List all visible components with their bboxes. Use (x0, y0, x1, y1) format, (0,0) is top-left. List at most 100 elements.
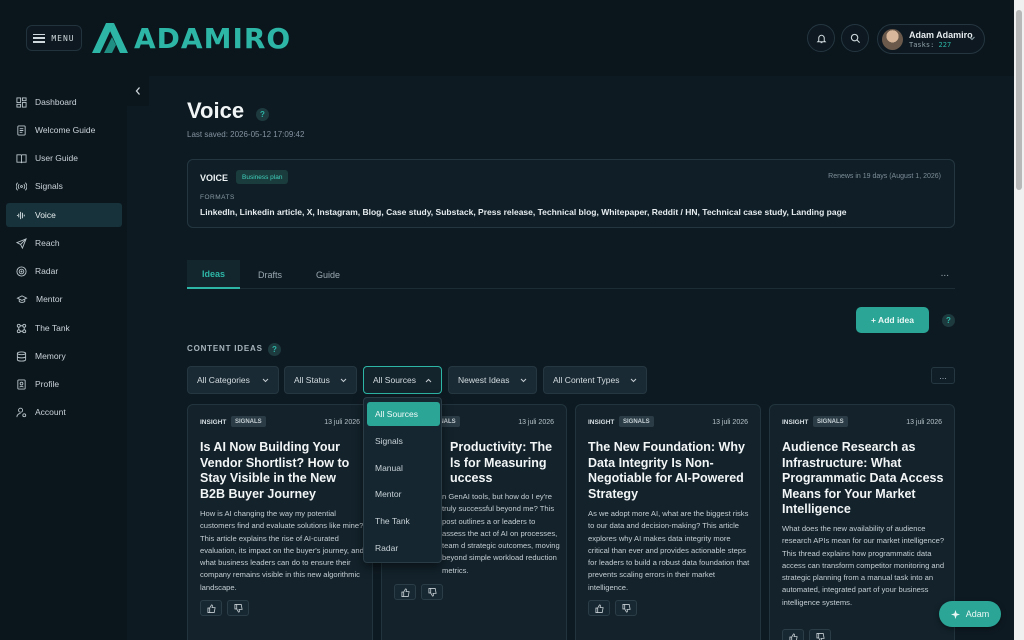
plan-badge: Business plan (236, 170, 289, 184)
card-body: As we adopt more AI, what are the bigges… (588, 509, 750, 592)
help-icon[interactable]: ? (268, 343, 281, 356)
voice-plan-card: VOICE Business plan Renews in 19 days (A… (187, 159, 955, 228)
hamburger-icon (33, 33, 46, 43)
sidebar-item-dashboard[interactable]: Dashboard (6, 90, 122, 114)
thumbs-down-icon (427, 587, 437, 597)
last-saved: Last saved: 2026-05-12 17:09:42 (187, 130, 305, 139)
assistant-label: Adam (965, 609, 990, 619)
dropdown-option-the-tank[interactable]: The Tank (367, 509, 440, 533)
menu-button[interactable]: MENU (26, 25, 82, 51)
thumbs-up-button[interactable] (200, 600, 222, 616)
send-icon (16, 237, 27, 249)
sidebar-item-label: Mentor (36, 294, 63, 304)
avatar (882, 29, 903, 50)
thumbs-down-icon (233, 603, 243, 613)
sidebar-item-user-guide[interactable]: User Guide (6, 146, 122, 170)
thumbs-down-button[interactable] (227, 600, 249, 616)
sidebar-item-profile[interactable]: Profile (6, 372, 122, 396)
sidebar-item-label: The Tank (35, 323, 70, 333)
dropdown-option-radar[interactable]: Radar (367, 536, 440, 560)
search-icon (850, 33, 860, 43)
logo[interactable]: ADAMIRO (90, 18, 291, 58)
category-filter-value: All Categories (197, 375, 250, 385)
search-button[interactable] (841, 24, 869, 52)
sidebar-item-radar[interactable]: Radar (6, 259, 122, 283)
dropdown-option-manual[interactable]: Manual (367, 456, 440, 480)
logo-mark-icon (92, 23, 128, 53)
chevron-down-icon (262, 378, 269, 383)
help-icon[interactable]: ? (256, 108, 269, 121)
sidebar-item-the-tank[interactable]: The Tank (6, 316, 122, 340)
database-icon (16, 350, 27, 362)
card-date: 13 juli 2026 (324, 419, 360, 426)
idea-card[interactable]: INSIGHT SIGNALS 13 juli 2026 Audience Re… (769, 404, 955, 640)
scrollbar-thumb[interactable] (1016, 10, 1022, 190)
tab-drafts[interactable]: Drafts (247, 260, 293, 289)
top-bar: MENU ADAMIRO Adam Adamiro Tasks: 227 (0, 0, 1014, 76)
tasks-counter: Tasks: 227 (909, 41, 951, 49)
notifications-button[interactable] (807, 24, 835, 52)
help-icon[interactable]: ? (942, 314, 955, 327)
card-body: What does the new availability of audien… (782, 524, 945, 607)
sidebar-item-reach[interactable]: Reach (6, 231, 122, 255)
content-ideas-heading: CONTENT IDEAS (187, 344, 263, 353)
renews-text: Renews in 19 days (August 1, 2026) (828, 173, 941, 180)
sidebar-item-welcome-guide[interactable]: Welcome Guide (6, 118, 122, 142)
thumbs-up-button[interactable] (782, 629, 804, 640)
tasks-label: Tasks: (909, 41, 935, 49)
dropdown-option-mentor[interactable]: Mentor (367, 482, 440, 506)
collapse-sidebar-button[interactable] (127, 76, 149, 106)
sidebar-item-label: Reach (35, 238, 60, 248)
sources-dropdown-menu: All Sources Signals Manual Mentor The Ta… (363, 397, 442, 563)
sidebar-item-memory[interactable]: Memory (6, 344, 122, 368)
thumbs-up-icon (206, 603, 216, 613)
dropdown-option-signals[interactable]: Signals (367, 429, 440, 453)
thumbs-up-button[interactable] (588, 600, 610, 616)
sidebar-item-signals[interactable]: Signals (6, 174, 122, 198)
tasks-count: 227 (938, 41, 952, 49)
chevron-left-icon (135, 87, 140, 95)
user-menu[interactable]: Adam Adamiro Tasks: 227 (877, 24, 985, 54)
add-idea-button[interactable]: + Add idea (856, 307, 929, 333)
bell-icon (816, 34, 826, 43)
card-title: Productivity: The ls for Measuring ucces… (450, 440, 553, 485)
card-kind: INSIGHT (200, 419, 227, 426)
main-content: Voice ? Last saved: 2026-05-12 17:09:42 … (149, 76, 1014, 640)
card-body: How is AI changing the way my potential … (200, 509, 364, 592)
sort-filter[interactable]: Newest Ideas (448, 366, 537, 394)
voice-card-title: VOICE (200, 173, 229, 183)
sidebar-item-account[interactable]: Account (6, 400, 122, 424)
tab-ideas[interactable]: Ideas (187, 260, 240, 289)
sidebar: Dashboard Welcome Guide User Guide Signa… (0, 76, 127, 640)
dashboard-icon (16, 96, 27, 108)
chevron-down-icon (520, 378, 527, 383)
assistant-button[interactable]: Adam (939, 601, 1001, 627)
user-gear-icon (16, 407, 27, 417)
tabs-more-button[interactable]: ... (941, 268, 949, 279)
formats-list: LinkedIn, Linkedin article, X, Instagram… (200, 207, 847, 217)
graduation-cap-icon (16, 294, 28, 303)
idea-card[interactable]: INSIGHT SIGNALS 13 juli 2026 The New Fou… (575, 404, 761, 640)
sidebar-item-voice[interactable]: Voice (6, 203, 122, 227)
sort-filter-value: Newest Ideas (458, 375, 510, 385)
category-filter[interactable]: All Categories (187, 366, 279, 394)
network-icon (16, 323, 27, 333)
sources-filter[interactable]: All Sources (363, 366, 442, 394)
thumbs-down-button[interactable] (615, 600, 637, 616)
content-type-filter[interactable]: All Content Types (543, 366, 647, 394)
tab-guide[interactable]: Guide (305, 260, 351, 289)
page-scrollbar[interactable] (1014, 0, 1024, 640)
idea-card[interactable]: INSIGHT SIGNALS 13 juli 2026 Is AI Now B… (187, 404, 373, 640)
status-filter[interactable]: All Status (284, 366, 357, 394)
sidebar-item-label: Welcome Guide (35, 125, 96, 135)
sidebar-item-label: Radar (35, 266, 59, 276)
thumbs-down-button[interactable] (421, 584, 443, 600)
thumbs-down-button[interactable] (809, 629, 831, 640)
thumbs-down-icon (621, 603, 631, 613)
more-options-button[interactable]: ... (931, 367, 955, 384)
thumbs-up-icon (594, 603, 604, 613)
dropdown-option-all-sources[interactable]: All Sources (367, 402, 440, 426)
sidebar-item-label: Signals (35, 181, 63, 191)
sidebar-item-mentor[interactable]: Mentor (6, 287, 122, 311)
thumbs-up-button[interactable] (394, 584, 416, 600)
